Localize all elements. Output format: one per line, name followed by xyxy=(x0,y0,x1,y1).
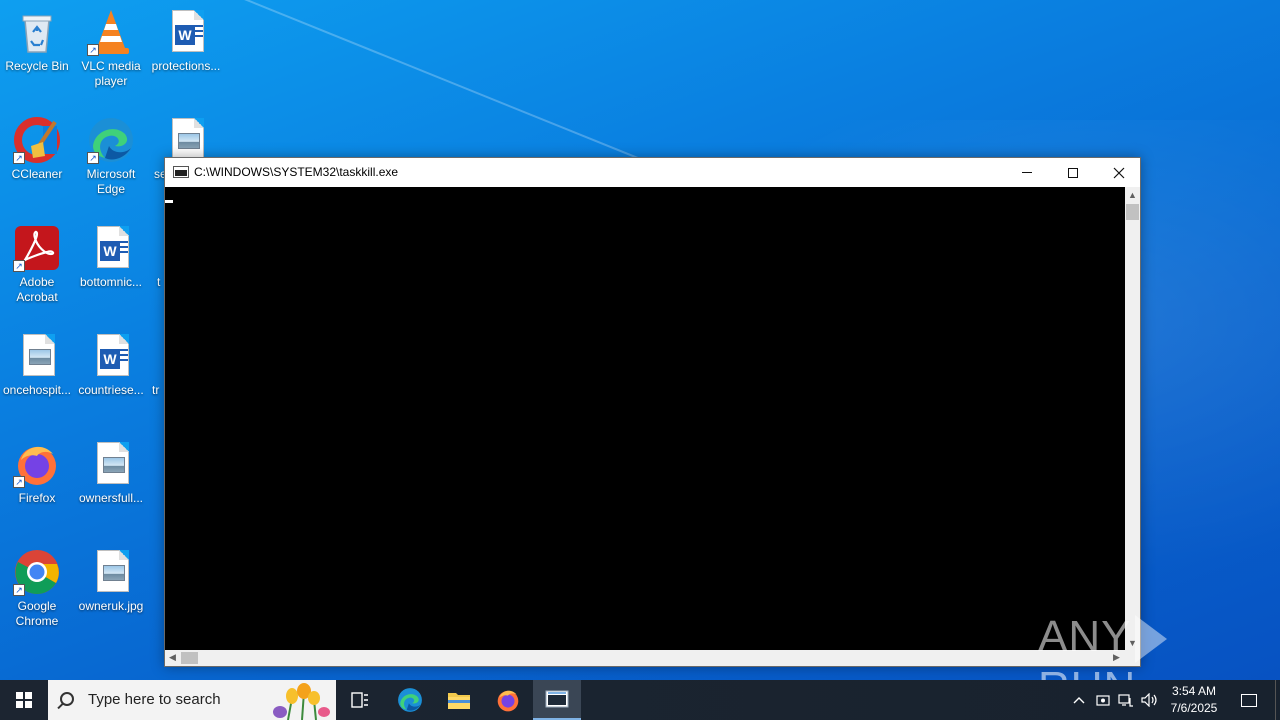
desktop-icon-protections[interactable]: W protections... xyxy=(149,8,223,74)
clock-time: 3:54 AM xyxy=(1171,684,1217,698)
tray-app-icon xyxy=(1096,695,1110,706)
taskbar: Type here to search 3:54 AM 7/6/2025 xyxy=(0,680,1280,720)
desktop-icon-microsoft-edge[interactable]: ↗ Microsoft Edge xyxy=(74,116,148,197)
desktop-icon-recycle-bin[interactable]: Recycle Bin xyxy=(0,8,74,74)
desktop-icon-label: protections... xyxy=(151,59,221,73)
search-highlight-flowers-icon xyxy=(273,683,330,720)
volume-button[interactable] xyxy=(1140,680,1160,720)
taskbar-clock[interactable]: 3:54 AM 7/6/2025 xyxy=(1164,683,1224,717)
shortcut-arrow-icon: ↗ xyxy=(13,260,25,272)
desktop-icon-bottomnic[interactable]: W bottomnic... xyxy=(74,224,148,290)
horizontal-scrollbar[interactable]: ◀ ▶ xyxy=(165,650,1125,666)
taskbar-firefox-button[interactable] xyxy=(484,680,532,720)
anyrun-watermark: ANY RUN xyxy=(1038,612,1238,680)
file-explorer-icon xyxy=(448,693,470,709)
desktop-icon-vlc[interactable]: ↗ VLC media player xyxy=(74,8,148,89)
image-file-icon xyxy=(87,548,135,596)
taskbar-edge-button[interactable] xyxy=(386,680,434,720)
search-icon xyxy=(60,692,74,706)
network-icon xyxy=(1118,694,1133,707)
scroll-left-icon[interactable]: ◀ xyxy=(165,650,180,665)
acrobat-icon: ↗ xyxy=(13,224,61,272)
firefox-icon xyxy=(497,690,519,712)
desktop-icon-ccleaner[interactable]: ↗ CCleaner xyxy=(0,116,74,182)
firefox-icon: ↗ xyxy=(13,440,61,488)
desktop-icon-label: VLC media player xyxy=(81,59,141,88)
console-icon xyxy=(545,690,569,708)
desktop-icon-label: Recycle Bin xyxy=(5,59,69,73)
recycle-bin-icon xyxy=(13,8,61,56)
ccleaner-icon: ↗ xyxy=(13,116,61,164)
word-document-icon: W xyxy=(87,332,135,380)
watermark-text-right: RUN xyxy=(1038,663,1136,680)
vertical-scroll-thumb[interactable] xyxy=(1126,204,1139,220)
desktop-icon-label: countriese... xyxy=(78,383,144,397)
edge-icon xyxy=(398,688,422,712)
shortcut-arrow-icon: ↗ xyxy=(13,476,25,488)
word-document-icon: W xyxy=(162,8,210,56)
vertical-scrollbar[interactable]: ▲ ▼ xyxy=(1125,187,1140,650)
word-document-icon: W xyxy=(87,224,135,272)
desktop-icon-label: owneruk.jpg xyxy=(78,599,144,613)
desktop-icon-label: Adobe Acrobat xyxy=(16,275,58,304)
window-titlebar[interactable]: C:\WINDOWS\SYSTEM32\taskkill.exe xyxy=(165,158,1140,187)
text-cursor xyxy=(165,200,173,203)
edge-icon: ↗ xyxy=(87,116,135,164)
minimize-icon xyxy=(1022,172,1032,173)
desktop-icon-label: Firefox xyxy=(18,491,56,505)
show-hidden-icons-button[interactable] xyxy=(1068,680,1090,720)
network-button[interactable] xyxy=(1117,680,1135,720)
shortcut-arrow-icon: ↗ xyxy=(87,44,99,56)
notification-icon xyxy=(1241,693,1257,707)
maximize-button[interactable] xyxy=(1050,158,1096,187)
image-file-icon xyxy=(13,332,61,380)
desktop-icon-ownersfull[interactable]: ownersfull... xyxy=(74,440,148,506)
desktop-icon-label: bottomnic... xyxy=(79,275,143,289)
taskbar-file-explorer-button[interactable] xyxy=(435,680,483,720)
desktop-icon-firefox[interactable]: ↗ Firefox xyxy=(0,440,74,506)
image-file-icon xyxy=(87,440,135,488)
speaker-icon xyxy=(1141,693,1157,707)
desktop-icon-label: CCleaner xyxy=(11,167,63,181)
horizontal-scroll-thumb[interactable] xyxy=(181,652,198,664)
taskbar-search-box[interactable]: Type here to search xyxy=(48,680,336,720)
watermark-text-left: ANY xyxy=(1038,612,1132,661)
action-center-button[interactable] xyxy=(1234,680,1264,720)
task-view-button[interactable] xyxy=(336,680,384,720)
windows-logo-icon xyxy=(16,692,32,708)
start-button[interactable] xyxy=(0,680,48,720)
console-output[interactable] xyxy=(165,187,1125,650)
close-button[interactable] xyxy=(1096,158,1142,187)
console-icon xyxy=(173,166,189,178)
scroll-up-icon[interactable]: ▲ xyxy=(1125,187,1140,202)
desktop: Recycle Bin ↗ CCleaner ↗ Adobe Acrobat o… xyxy=(0,0,1280,680)
desktop-icon-oncehospit[interactable]: oncehospit... xyxy=(0,332,74,398)
desktop-icon-label: ownersfull... xyxy=(78,491,144,505)
taskbar-console-button[interactable] xyxy=(533,680,581,720)
desktop-icon-google-chrome[interactable]: ↗ Google Chrome xyxy=(0,548,74,629)
show-desktop-button[interactable] xyxy=(1275,680,1280,720)
vlc-icon: ↗ xyxy=(87,8,135,56)
desktop-icon-owneruk[interactable]: owneruk.jpg xyxy=(74,548,148,614)
shortcut-arrow-icon: ↗ xyxy=(13,584,25,596)
desktop-icon-adobe-acrobat[interactable]: ↗ Adobe Acrobat xyxy=(0,224,74,305)
maximize-icon xyxy=(1068,167,1078,178)
window-title: C:\WINDOWS\SYSTEM32\taskkill.exe xyxy=(194,165,399,179)
shortcut-arrow-icon: ↗ xyxy=(87,152,99,164)
clock-date: 7/6/2025 xyxy=(1170,701,1218,715)
chrome-icon: ↗ xyxy=(13,548,61,596)
desktop-icon-label: Google Chrome xyxy=(15,599,59,628)
chevron-up-icon xyxy=(1073,697,1085,704)
desktop-icon-label: oncehospit... xyxy=(2,383,72,397)
desktop-icon-countriese[interactable]: W countriese... xyxy=(74,332,148,398)
minimize-button[interactable] xyxy=(1004,158,1050,187)
search-placeholder: Type here to search xyxy=(88,691,221,708)
play-icon xyxy=(1135,615,1168,664)
taskkill-console-window[interactable]: C:\WINDOWS\SYSTEM32\taskkill.exe ▲ ▼ ◀ ▶ xyxy=(164,157,1141,667)
tray-app-button[interactable] xyxy=(1094,680,1112,720)
close-icon xyxy=(1113,167,1125,178)
task-view-icon xyxy=(351,692,368,708)
shortcut-arrow-icon: ↗ xyxy=(13,152,25,164)
desktop-icon-label: Microsoft Edge xyxy=(86,167,136,196)
